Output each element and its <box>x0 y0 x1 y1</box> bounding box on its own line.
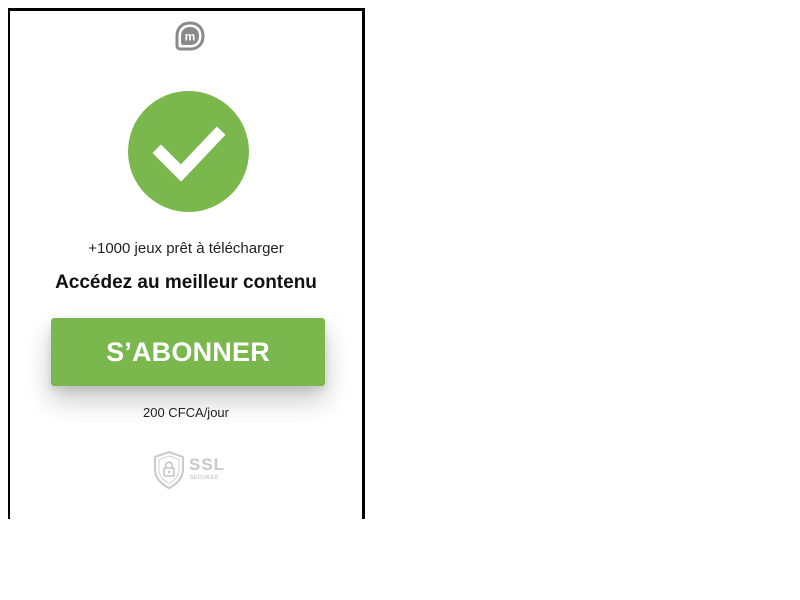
promo-headline: Accédez au meilleur contenu <box>55 272 317 293</box>
svg-text:m: m <box>185 30 196 44</box>
shield-lock-icon <box>153 450 185 490</box>
subscription-card: m +1000 jeux prêt à télécharger Accédez … <box>8 8 365 519</box>
ssl-label: SSL <box>189 455 226 474</box>
ssl-sublabel: SECURED <box>190 475 219 481</box>
subscribe-button[interactable]: S’ABONNER <box>51 318 325 386</box>
checkmark-icon <box>128 91 249 212</box>
success-check <box>128 91 249 212</box>
m-logo-icon: m <box>175 21 205 51</box>
price-text: 200 CFCA/jour <box>143 405 229 420</box>
promo-subtitle: +1000 jeux prêt à télécharger <box>88 240 284 257</box>
brand-logo: m <box>175 21 205 51</box>
ssl-secured-badge: SSL SECURED <box>152 450 228 490</box>
